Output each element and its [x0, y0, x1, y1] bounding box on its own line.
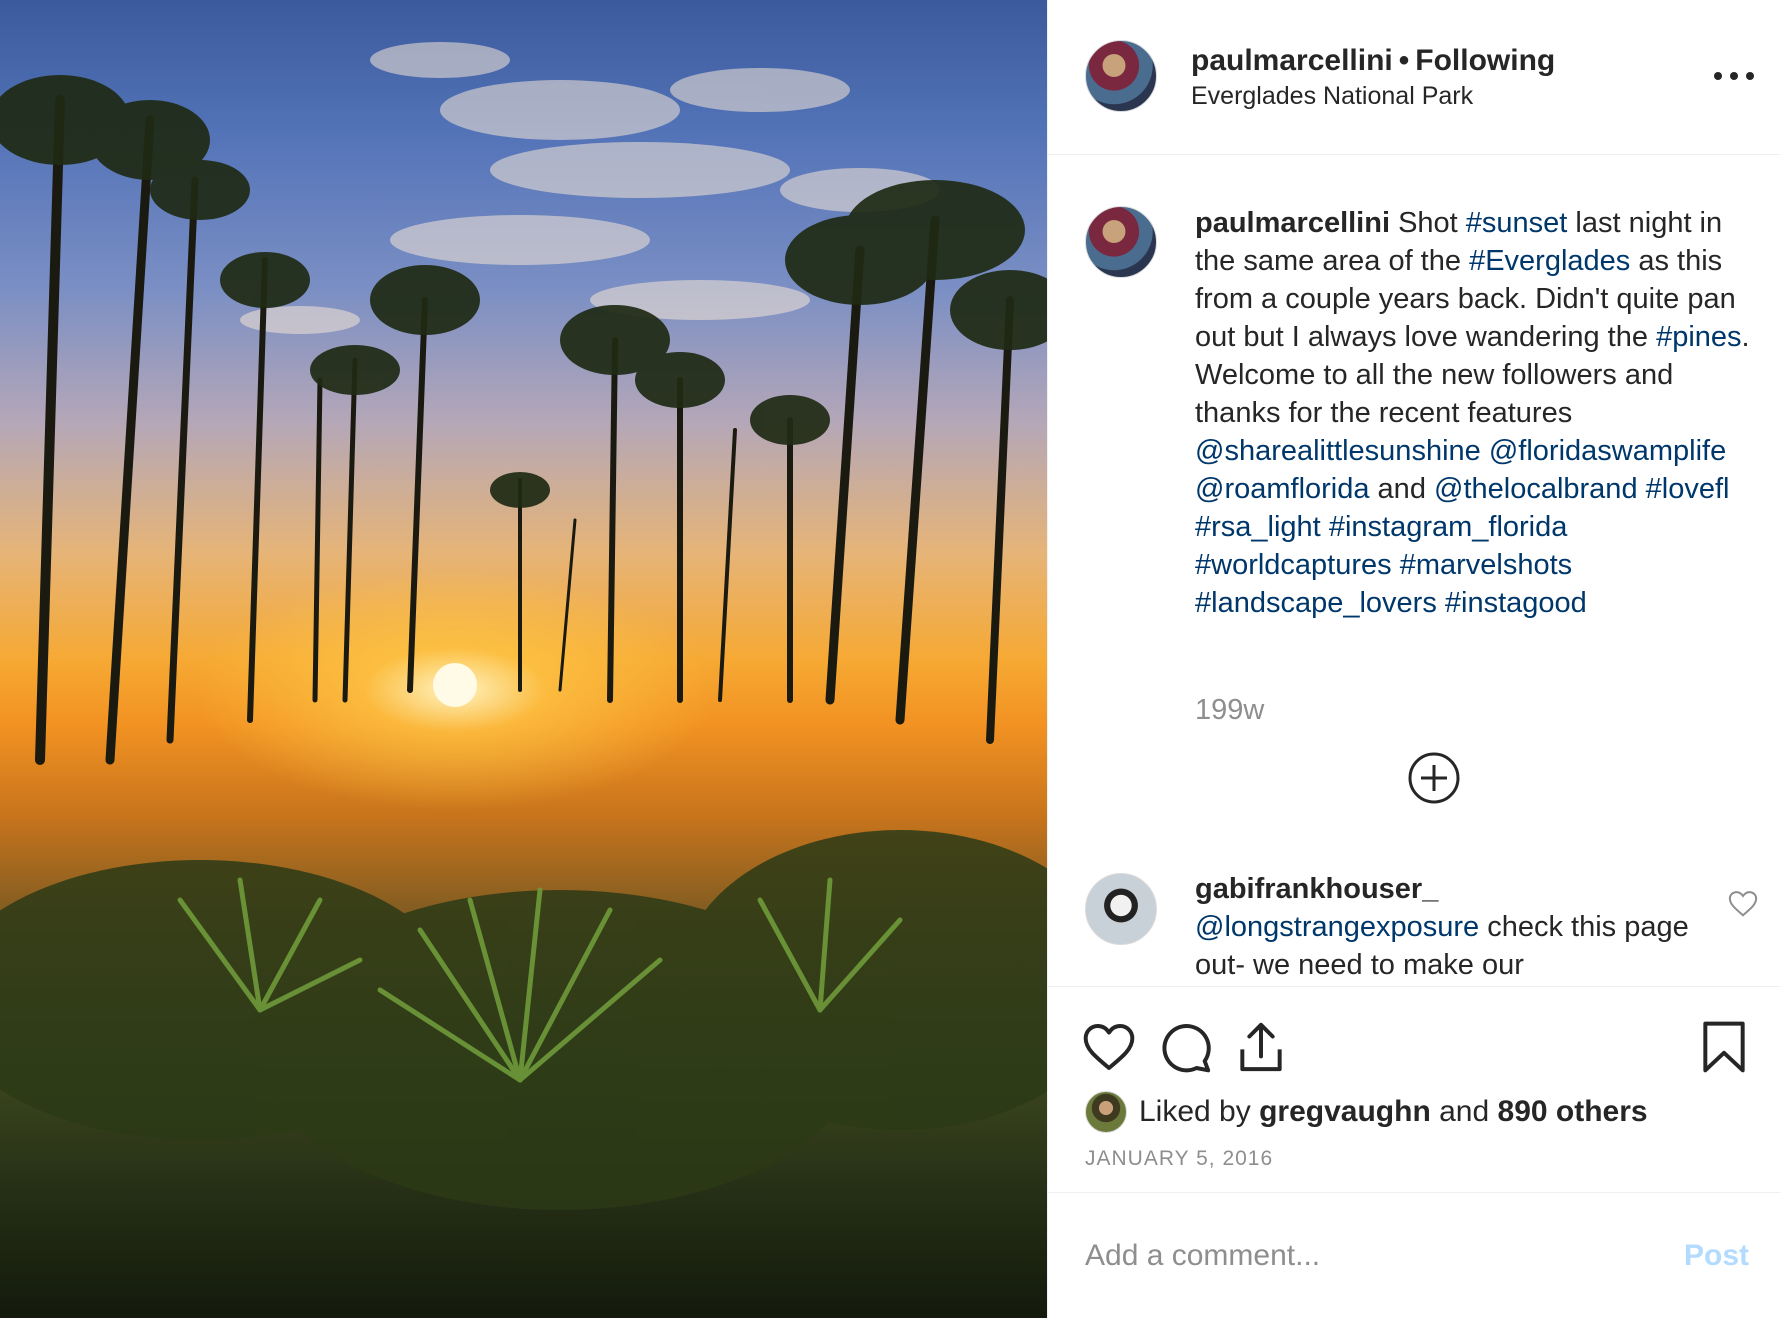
- more-options-icon[interactable]: [1714, 63, 1754, 89]
- load-more-comments-icon[interactable]: [1406, 750, 1462, 806]
- liked-by-prefix: Liked by: [1139, 1095, 1251, 1128]
- caption-text-segment: [1638, 473, 1646, 505]
- header-user-line: paulmarcellini • Following: [1191, 44, 1555, 78]
- post-photo[interactable]: [0, 0, 1047, 1318]
- commenter-username[interactable]: gabifrankhouser_: [1195, 873, 1438, 905]
- caption-mention-link[interactable]: @sharealittlesunshine: [1195, 435, 1481, 467]
- liked-by-user[interactable]: gregvaughn: [1259, 1095, 1431, 1129]
- caption-text-segment: [1321, 511, 1329, 543]
- share-icon[interactable]: [1233, 1019, 1289, 1075]
- location-link[interactable]: Everglades National Park: [1191, 82, 1473, 111]
- caption-text: paulmarcellini Shot #sunset last night i…: [1195, 204, 1755, 622]
- heart-icon[interactable]: [1081, 1019, 1137, 1075]
- caption-hashtag-link[interactable]: #Everglades: [1469, 245, 1630, 277]
- caption-timestamp[interactable]: 199w: [1195, 694, 1264, 727]
- caption-hashtag-link[interactable]: #landscape_lovers: [1195, 587, 1437, 619]
- author-avatar[interactable]: [1085, 40, 1157, 112]
- liker-avatar[interactable]: [1085, 1091, 1127, 1133]
- add-comment-bar: Add a comment... Post: [1048, 1192, 1780, 1318]
- likes-summary: Liked by gregvaughn and 890 others: [1085, 1089, 1648, 1135]
- post-header: paulmarcellini • Following Everglades Nati…: [1048, 0, 1780, 155]
- following-button[interactable]: Following: [1415, 44, 1555, 77]
- caption-mention-link[interactable]: @roamflorida: [1195, 473, 1370, 505]
- caption-mention-link[interactable]: @floridaswamplife: [1489, 435, 1726, 467]
- caption-hashtag-link[interactable]: #rsa_light: [1195, 511, 1321, 543]
- comment-mention[interactable]: @longstrangexposure: [1195, 911, 1479, 943]
- comment-like-heart-icon[interactable]: [1728, 890, 1758, 918]
- caption-hashtag-link[interactable]: #worldcaptures: [1195, 549, 1392, 581]
- comment-icon[interactable]: [1158, 1019, 1214, 1075]
- caption-text-segment: Shot: [1390, 207, 1466, 239]
- commenter-avatar[interactable]: [1085, 873, 1157, 945]
- caption-hashtag-link[interactable]: #sunset: [1466, 207, 1568, 239]
- comment-text: gabifrankhouser_ @longstrangexposure che…: [1195, 870, 1695, 984]
- caption-text-segment: and: [1369, 473, 1434, 505]
- post-date[interactable]: JANUARY 5, 2016: [1085, 1147, 1273, 1171]
- comments-area: paulmarcellini Shot #sunset last night i…: [1048, 156, 1780, 986]
- caption-text-segment: [1392, 549, 1400, 581]
- liked-by-others[interactable]: 890 others: [1498, 1095, 1648, 1129]
- separator-dot: •: [1398, 44, 1410, 77]
- caption-text-segment: [1437, 587, 1445, 619]
- post-actions: Liked by gregvaughn and 890 others JANUA…: [1048, 986, 1780, 1192]
- comment-input[interactable]: Add a comment...: [1085, 1233, 1645, 1279]
- caption-hashtag-link[interactable]: #marvelshots: [1400, 549, 1572, 581]
- caption-hashtag-link[interactable]: #instagood: [1445, 587, 1587, 619]
- caption-mention-link[interactable]: @thelocalbrand: [1434, 473, 1638, 505]
- caption-username[interactable]: paulmarcellini: [1195, 207, 1390, 239]
- photo-scene: [0, 42, 1047, 1210]
- caption-text-segment: [1481, 435, 1489, 467]
- post-comment-button[interactable]: Post: [1684, 1233, 1749, 1279]
- caption-author-avatar[interactable]: [1085, 206, 1157, 278]
- caption-hashtag-link[interactable]: #instagram_florida: [1329, 511, 1568, 543]
- author-username[interactable]: paulmarcellini: [1191, 44, 1393, 77]
- bookmark-icon[interactable]: [1696, 1019, 1752, 1075]
- post-details-panel: paulmarcellini • Following Everglades Nati…: [1047, 0, 1780, 1318]
- caption-hashtag-link[interactable]: #lovefl: [1646, 473, 1730, 505]
- liked-by-mid: and: [1439, 1095, 1490, 1128]
- caption-hashtag-link[interactable]: #pines: [1656, 321, 1741, 353]
